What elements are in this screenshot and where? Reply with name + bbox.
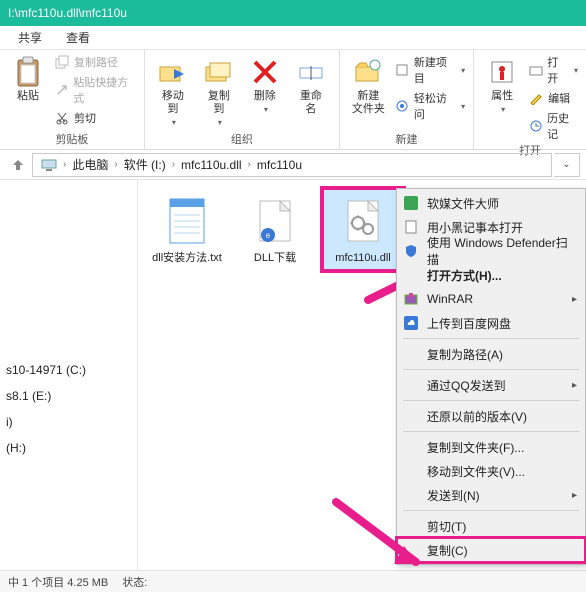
breadcrumb[interactable]: › 此电脑 › 软件 (I:) › mfc110u.dll › mfc110u [32, 153, 552, 177]
open-button[interactable]: 打开▾ [528, 54, 578, 86]
ctx-defender[interactable]: 使用 Windows Defender扫描 [397, 239, 585, 263]
address-bar: › 此电脑 › 软件 (I:) › mfc110u.dll › mfc110u … [0, 150, 586, 180]
dll-icon [339, 194, 387, 248]
menu-separator [403, 369, 579, 370]
chevron-right-icon[interactable]: › [61, 159, 68, 170]
chevron-down-icon: ▾ [218, 118, 222, 127]
delete-button[interactable]: 删除 ▾ [245, 54, 285, 116]
ctx-movetofolder[interactable]: 移动到文件夹(V)... [397, 459, 585, 483]
chevron-right-icon[interactable]: › [112, 159, 119, 170]
file-item-txt[interactable]: dll安装方法.txt [148, 190, 226, 269]
status-selection: 中 1 个项目 4.25 MB [8, 574, 108, 590]
ctx-copytofolder[interactable]: 复制到文件夹(F)... [397, 435, 585, 459]
sidebar-item[interactable]: s10-14971 (C:) [0, 360, 137, 380]
address-dropdown[interactable]: ⌄ [554, 153, 580, 177]
edit-button[interactable]: 编辑 [528, 90, 578, 106]
ribbon-group-clipboard: 粘贴 复制路径 粘贴快捷方式 剪切 剪贴板 [0, 50, 145, 149]
open-icon [528, 62, 543, 78]
notepad-icon [163, 194, 211, 248]
window-titlebar: I:\mfc110u.dll\mfc110u [0, 0, 586, 26]
ribbon-group-new: 新建 文件夹 新建项目▾ 轻松访问▾ 新建 [340, 50, 474, 149]
paste-icon [12, 56, 44, 88]
paste-shortcut-icon [54, 82, 69, 98]
cut-button[interactable]: 剪切 [54, 110, 136, 126]
properties-button[interactable]: 属性 ▾ [482, 54, 522, 116]
easy-access-icon [395, 98, 410, 114]
submenu-arrow-icon: ▸ [572, 294, 577, 305]
breadcrumb-folder1[interactable]: mfc110u.dll [177, 158, 245, 172]
nav-sidebar[interactable]: s10-14971 (C:) s8.1 (E:) i) (H:) [0, 180, 138, 570]
chevron-down-icon: ▾ [264, 105, 268, 114]
app-icon [403, 195, 419, 211]
menu-separator [403, 431, 579, 432]
annotation-arrow [326, 492, 436, 582]
breadcrumb-folder2[interactable]: mfc110u [253, 158, 306, 172]
sidebar-item[interactable]: s8.1 (E:) [0, 386, 137, 406]
new-folder-button[interactable]: 新建 文件夹 [348, 54, 389, 118]
delete-icon [249, 56, 281, 88]
paste-shortcut-button[interactable]: 粘贴快捷方式 [54, 74, 136, 106]
copy-path-icon [54, 54, 70, 70]
menu-separator [403, 338, 579, 339]
move-to-icon [157, 56, 189, 88]
pc-icon [37, 158, 61, 172]
new-folder-icon [352, 56, 384, 88]
ctx-qqsend[interactable]: 通过QQ发送到▸ [397, 373, 585, 397]
paste-button[interactable]: 粘贴 [8, 54, 48, 105]
ctx-copypath[interactable]: 复制为路径(A) [397, 342, 585, 366]
shield-icon [403, 243, 419, 259]
history-button[interactable]: 历史记 [528, 110, 578, 142]
status-bar: 中 1 个项目 4.25 MB 状态: [0, 570, 586, 592]
rename-button[interactable]: 重命名 [291, 54, 331, 118]
new-item-icon [395, 62, 410, 78]
submenu-arrow-icon: ▸ [572, 380, 577, 391]
tab-share[interactable]: 共享 [18, 29, 42, 46]
chevron-right-icon[interactable]: › [170, 159, 177, 170]
easy-access-button[interactable]: 轻松访问▾ [395, 90, 465, 122]
file-item-dll[interactable]: mfc110u.dll [324, 190, 402, 269]
menu-separator [403, 400, 579, 401]
ctx-openwith[interactable]: 打开方式(H)... [397, 263, 585, 287]
ribbon-tabs: 共享 查看 [0, 26, 586, 50]
copy-path-button[interactable]: 复制路径 [54, 54, 136, 70]
ribbon-group-open: 属性 ▾ 打开▾ 编辑 历史记 打开 [474, 50, 586, 149]
breadcrumb-thispc[interactable]: 此电脑 [68, 156, 112, 173]
file-item-url[interactable]: e DLL下载 [236, 190, 314, 269]
ctx-restore[interactable]: 还原以前的版本(V) [397, 404, 585, 428]
chevron-down-icon: ▾ [501, 105, 505, 114]
window-title: I:\mfc110u.dll\mfc110u [8, 6, 127, 20]
winrar-icon [403, 291, 419, 307]
rename-icon [295, 56, 327, 88]
edit-icon [528, 90, 544, 106]
ctx-winrar[interactable]: WinRAR▸ [397, 287, 585, 311]
svg-text:e: e [266, 231, 271, 240]
submenu-arrow-icon: ▸ [572, 490, 577, 501]
cut-icon [54, 110, 70, 126]
ctx-ruanmei[interactable]: 软媒文件大师 [397, 191, 585, 215]
sidebar-item[interactable]: (H:) [0, 438, 137, 458]
url-icon: e [251, 194, 299, 248]
chevron-down-icon: ▾ [172, 118, 176, 127]
history-icon [528, 118, 543, 134]
breadcrumb-drive[interactable]: 软件 (I:) [120, 156, 170, 173]
up-button[interactable] [6, 153, 30, 177]
new-item-button[interactable]: 新建项目▾ [395, 54, 465, 86]
move-to-button[interactable]: 移动到 ▾ [153, 54, 193, 129]
status-state: 状态: [122, 574, 147, 590]
copy-to-icon [203, 56, 235, 88]
properties-icon [486, 56, 518, 88]
ribbon: 粘贴 复制路径 粘贴快捷方式 剪切 剪贴板 [0, 50, 586, 150]
chevron-right-icon[interactable]: › [246, 159, 253, 170]
cloud-icon [403, 315, 419, 331]
ctx-baidu[interactable]: 上传到百度网盘 [397, 311, 585, 335]
notepad-icon [403, 219, 419, 235]
tab-view[interactable]: 查看 [66, 29, 90, 46]
copy-to-button[interactable]: 复制到 ▾ [199, 54, 239, 129]
sidebar-item[interactable]: i) [0, 412, 137, 432]
ribbon-group-organize: 移动到 ▾ 复制到 ▾ 删除 ▾ 重命名 组织 [145, 50, 340, 149]
